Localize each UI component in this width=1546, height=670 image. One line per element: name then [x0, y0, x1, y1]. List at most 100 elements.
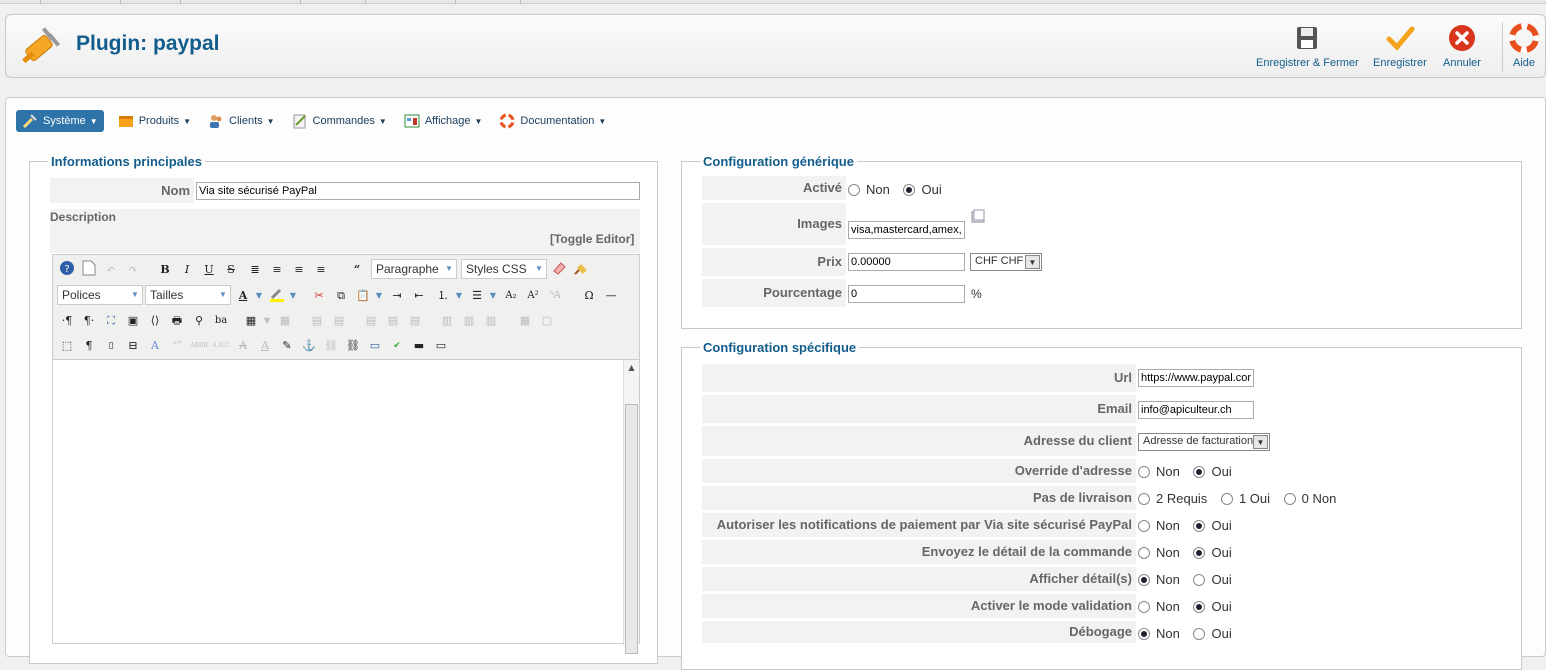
percentage-field[interactable]: [848, 285, 965, 303]
radio-button[interactable]: [1138, 628, 1150, 640]
option-no[interactable]: Non: [1138, 518, 1180, 533]
option-no[interactable]: Non: [1138, 545, 1180, 560]
save-button[interactable]: Enregistrer: [1373, 23, 1427, 69]
bold-icon[interactable]: B: [155, 259, 175, 279]
insert-row-after-icon[interactable]: ▤: [383, 310, 403, 330]
strikethrough-icon[interactable]: S: [221, 259, 241, 279]
horizontal-rule-icon[interactable]: —: [601, 285, 621, 305]
cite-icon[interactable]: “”: [167, 335, 187, 355]
option-no[interactable]: Non: [1138, 464, 1180, 479]
unlink-icon[interactable]: ⛓: [321, 335, 341, 355]
option-yes[interactable]: 1 Oui: [1220, 491, 1270, 506]
special-char-icon[interactable]: Ω: [579, 285, 599, 305]
chevron-down-icon[interactable]: ▼: [487, 285, 499, 305]
active-no-option[interactable]: Non: [848, 182, 890, 197]
menu-products[interactable]: Produits ▼: [115, 110, 194, 132]
find-icon[interactable]: ⚲: [189, 310, 209, 330]
chevron-down-icon[interactable]: ▼: [253, 285, 265, 305]
option-no[interactable]: Non: [1138, 572, 1180, 587]
save-close-button[interactable]: Enregistrer & Fermer: [1256, 23, 1359, 69]
chevron-down-icon[interactable]: ▼: [287, 285, 299, 305]
cut-icon[interactable]: ✂: [309, 285, 329, 305]
cleanup-broom-icon[interactable]: [571, 259, 591, 279]
print-icon[interactable]: 🖶: [167, 310, 187, 330]
sizes-select[interactable]: Tailles ▼: [145, 285, 231, 305]
pagebreak-icon[interactable]: ▭: [431, 335, 451, 355]
outdent-icon[interactable]: ⇤: [409, 285, 429, 305]
ins-icon[interactable]: A: [255, 335, 275, 355]
currency-select[interactable]: CHF CHF ▼: [970, 253, 1042, 271]
split-cells-icon[interactable]: ▦: [515, 310, 535, 330]
radio-button[interactable]: [1193, 574, 1206, 586]
ordered-list-icon[interactable]: ⒈: [433, 285, 453, 305]
copy-icon[interactable]: ⧉: [331, 285, 351, 305]
rtl-icon[interactable]: ¶·: [79, 310, 99, 330]
radio-button[interactable]: [1220, 493, 1233, 505]
align-right-icon[interactable]: ≡: [311, 259, 331, 279]
del-icon[interactable]: A: [233, 335, 253, 355]
option-no[interactable]: Non: [1138, 626, 1180, 641]
style-dim-icon[interactable]: ᴬA: [545, 285, 565, 305]
address-select[interactable]: Adresse de facturation ▼: [1138, 433, 1270, 451]
abbr-icon[interactable]: ABBR: [189, 335, 209, 355]
option-yes[interactable]: Oui: [1193, 626, 1232, 641]
image-icon[interactable]: ▭: [365, 335, 385, 355]
text-color-icon[interactable]: A: [233, 285, 253, 305]
radio-button[interactable]: [1138, 493, 1150, 505]
scroll-up-arrow-icon[interactable]: ▲: [624, 360, 639, 376]
align-left-icon[interactable]: ≡: [289, 259, 309, 279]
format-select[interactable]: Paragraphe ▼: [371, 259, 457, 279]
menu-orders[interactable]: Commandes ▼: [289, 110, 390, 132]
option-no[interactable]: Non: [1138, 599, 1180, 614]
indent-icon[interactable]: ⇥: [387, 285, 407, 305]
fonts-select[interactable]: Polices ▼: [57, 285, 143, 305]
delete-table-icon[interactable]: ▦: [275, 310, 295, 330]
delete-row-icon[interactable]: ▤: [405, 310, 425, 330]
ltr-icon[interactable]: ·¶: [57, 310, 77, 330]
option-required[interactable]: 2 Requis: [1138, 491, 1207, 506]
radio-button[interactable]: [1193, 547, 1206, 559]
images-field[interactable]: [848, 221, 965, 239]
menu-system[interactable]: Système ▼: [16, 110, 104, 132]
page-break-icon[interactable]: ⊟: [123, 335, 143, 355]
insert-col-before-icon[interactable]: ▥: [437, 310, 457, 330]
option-yes[interactable]: Oui: [1193, 545, 1232, 560]
cancel-button[interactable]: Annuler: [1443, 23, 1481, 69]
blockquote-icon[interactable]: “: [347, 259, 367, 279]
align-center-icon[interactable]: ≡: [267, 259, 287, 279]
option-yes[interactable]: Oui: [1193, 464, 1232, 479]
name-field[interactable]: [196, 182, 640, 200]
undo-icon[interactable]: ↶: [101, 259, 121, 279]
option-yes[interactable]: Oui: [1193, 572, 1232, 587]
radio-button[interactable]: [848, 184, 860, 196]
superscript-icon[interactable]: A²: [523, 285, 543, 305]
subscript-icon[interactable]: A₂: [501, 285, 521, 305]
row-props-icon[interactable]: ▤: [307, 310, 327, 330]
table-icon[interactable]: ▦: [241, 310, 261, 330]
replace-icon[interactable]: ba: [211, 310, 231, 330]
highlight-icon[interactable]: [267, 285, 287, 305]
help-button[interactable]: Aide: [1509, 23, 1539, 69]
anchor-icon[interactable]: ⚓: [299, 335, 319, 355]
menu-documentation[interactable]: Documentation ▼: [496, 110, 609, 132]
radio-button[interactable]: [1138, 547, 1150, 559]
insert-row-before-icon[interactable]: ▤: [361, 310, 381, 330]
underline-icon[interactable]: U: [199, 259, 219, 279]
visual-aid-icon[interactable]: ⬚: [57, 335, 77, 355]
active-yes-option[interactable]: Oui: [903, 182, 942, 197]
radio-button[interactable]: [1138, 520, 1150, 532]
unordered-list-icon[interactable]: ☰: [467, 285, 487, 305]
radio-button[interactable]: [1283, 493, 1296, 505]
paste-icon[interactable]: 📋: [353, 285, 373, 305]
menu-customers[interactable]: Clients ▼: [205, 110, 278, 132]
italic-icon[interactable]: I: [177, 259, 197, 279]
option-yes[interactable]: Oui: [1193, 518, 1232, 533]
html-source-icon[interactable]: ⟨⟩: [145, 310, 165, 330]
option-no[interactable]: 0 Non: [1283, 491, 1336, 506]
delete-col-icon[interactable]: ▥: [481, 310, 501, 330]
option-yes[interactable]: Oui: [1193, 599, 1232, 614]
redo-icon[interactable]: ↷: [123, 259, 143, 279]
cell-props-icon[interactable]: ▤: [329, 310, 349, 330]
image-insert-icon[interactable]: ▣: [123, 310, 143, 330]
editor-scrollbar[interactable]: ▲: [623, 360, 639, 654]
